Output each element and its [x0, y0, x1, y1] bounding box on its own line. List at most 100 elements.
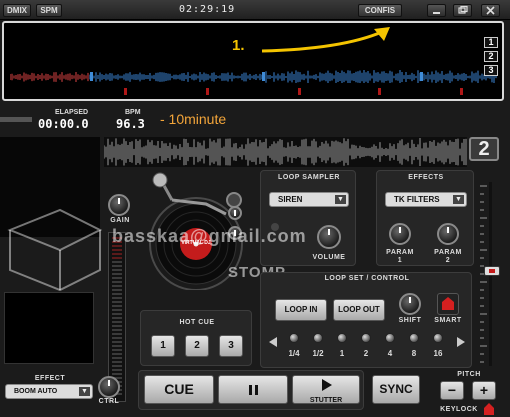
cue-marker — [262, 72, 265, 81]
loop-sampler-panel: LOOP SAMPLER SIREN ▼ VOLUME — [260, 170, 356, 266]
loop-marker — [460, 88, 463, 95]
loop-length-6-button[interactable] — [409, 333, 419, 343]
loop-sampler-title: LOOP SAMPLER — [278, 174, 340, 181]
smart-icon — [442, 297, 454, 310]
pitch-slider[interactable] — [478, 182, 502, 366]
loop-forward-icon[interactable] — [455, 335, 467, 347]
sampler-select[interactable]: SIREN ▼ — [269, 192, 349, 207]
annotation-number: 1. — [232, 37, 245, 54]
cue-button[interactable]: CUE — [144, 375, 214, 404]
loop-control-title: LOOP SET / CONTROL — [324, 275, 410, 282]
config-button[interactable]: CONFIS — [358, 4, 402, 17]
deck-number: 2 — [469, 137, 499, 161]
sampler-selected: SIREN — [278, 195, 303, 204]
keylock-button[interactable] — [482, 402, 496, 416]
deck-button-2[interactable]: 2 — [484, 51, 498, 62]
cue-marker — [90, 72, 93, 81]
loop-length-3-button[interactable] — [337, 333, 347, 343]
param2-knob[interactable] — [437, 223, 459, 245]
hot-cue-1-button[interactable]: 1 — [151, 335, 175, 357]
annotation-text: - 10minute — [160, 111, 227, 127]
pitch-bend-knob[interactable] — [228, 206, 242, 220]
chevron-down-icon: ▼ — [335, 195, 346, 204]
effect-selected: BOOM AUTO — [14, 388, 58, 395]
param1-label: PARAM 1 — [386, 249, 414, 264]
annotation-arrow — [261, 27, 390, 53]
ctrl-knob[interactable] — [98, 376, 120, 398]
volume-label: VOLUME — [312, 254, 346, 261]
minimize-icon[interactable] — [427, 4, 446, 17]
loop-length-label: 4 — [387, 349, 393, 358]
deck-button-3[interactable]: 3 — [484, 65, 498, 76]
spm-button[interactable]: SPM — [36, 4, 62, 17]
watermark-logo — [7, 208, 103, 292]
song-overview[interactable]: 1. 1 2 3 — [2, 21, 504, 101]
close-icon[interactable] — [481, 4, 500, 17]
loop-control-panel: LOOP SET / CONTROL LOOP IN LOOP OUT SHIF… — [260, 272, 472, 368]
effects-select[interactable]: TK FILTERS ▼ — [385, 192, 467, 207]
stutter-label: STUTTER — [309, 397, 343, 404]
keylock-label: KEYLOCK — [440, 406, 478, 413]
deck-slider-stub — [0, 117, 32, 122]
pitch-label: PITCH — [457, 371, 481, 378]
loop-length-label: 16 — [433, 349, 443, 358]
pitch-slider-handle[interactable] — [484, 266, 500, 276]
pause-icon — [249, 385, 258, 395]
loop-length-1-button[interactable] — [289, 333, 299, 343]
video-preview — [4, 292, 94, 364]
deck-button-1[interactable]: 1 — [484, 37, 498, 48]
hot-cue-2-button[interactable]: 2 — [185, 335, 209, 357]
top-bar: DMIX SPM 02:29:19 CONFIS — [0, 0, 510, 20]
pitch-minus-button[interactable]: − — [440, 381, 464, 400]
play-button[interactable]: STUTTER — [292, 375, 360, 404]
hot-cue-panel: HOT CUE 1 2 3 — [140, 310, 252, 366]
loop-length-label: 1/2 — [312, 349, 324, 358]
bpm-value: 96.3 — [116, 117, 145, 131]
loop-marker — [124, 88, 127, 95]
watermark-text: basskaa@gmail.com — [112, 226, 307, 246]
loop-length-5-button[interactable] — [385, 333, 395, 343]
main-waveform[interactable] — [103, 137, 467, 167]
hot-cue-3-button[interactable]: 3 — [219, 335, 243, 357]
loop-length-4-button[interactable] — [361, 333, 371, 343]
smart-label: SMART — [434, 317, 462, 324]
sync-button[interactable]: SYNC — [372, 375, 420, 404]
loop-marker — [378, 88, 381, 95]
shift-knob[interactable] — [399, 293, 421, 315]
loop-marker — [206, 88, 209, 95]
gain-knob[interactable] — [108, 194, 130, 216]
param1-knob[interactable] — [389, 223, 411, 245]
restore-icon[interactable] — [453, 4, 472, 17]
bpm-label: BPM — [125, 109, 141, 116]
loop-length-label: 1/4 — [288, 349, 300, 358]
loop-length-7-button[interactable] — [433, 333, 443, 343]
loop-marker — [298, 88, 301, 95]
loop-in-button[interactable]: LOOP IN — [275, 299, 327, 321]
loop-length-2-button[interactable] — [313, 333, 323, 343]
effect-select[interactable]: BOOM AUTO ▼ — [5, 384, 93, 399]
clock: 02:29:19 — [179, 4, 236, 15]
param2-label: PARAM 2 — [434, 249, 462, 264]
elapsed-label: ELAPSED — [55, 109, 89, 116]
chevron-down-icon: ▼ — [453, 195, 464, 204]
loop-length-label: 8 — [411, 349, 417, 358]
keylock-icon — [484, 403, 494, 415]
overview-waveform — [10, 70, 497, 83]
effects-selected: TK FILTERS — [394, 195, 440, 204]
smart-button[interactable] — [437, 293, 459, 315]
loop-length-label: 1 — [339, 349, 345, 358]
loop-back-icon[interactable] — [267, 335, 279, 347]
pitch-plus-button[interactable]: + — [472, 381, 496, 400]
sampler-volume-knob[interactable] — [317, 225, 341, 249]
shift-label: SHIFT — [398, 317, 422, 324]
ctrl-label: CTRL — [98, 398, 120, 405]
play-icon — [322, 379, 332, 391]
loop-out-button[interactable]: LOOP OUT — [333, 299, 385, 321]
dmix-button[interactable]: DMIX — [3, 4, 31, 17]
pause-button[interactable] — [218, 375, 288, 404]
hot-cue-title: HOT CUE — [179, 319, 215, 326]
elapsed-value: 00:00.0 — [38, 117, 89, 131]
effects-title: EFFECTS — [408, 174, 444, 181]
cue-marker — [420, 72, 423, 81]
gain-label: GAIN — [110, 217, 130, 224]
